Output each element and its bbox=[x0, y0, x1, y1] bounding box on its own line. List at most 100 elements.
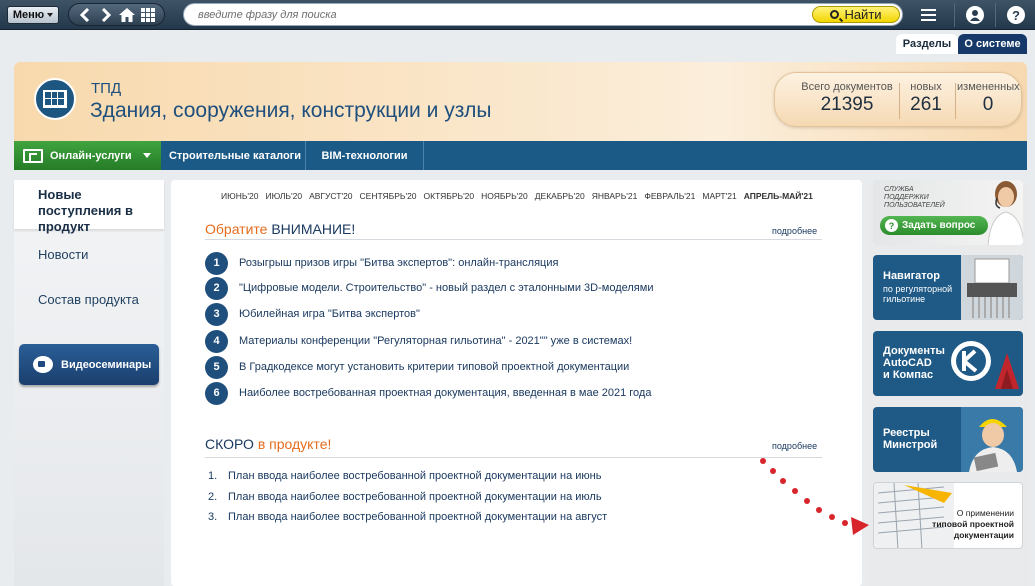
typical-docs-text: О применении типовой проектной документаци… bbox=[932, 508, 1014, 540]
search-box: Найти bbox=[183, 3, 903, 26]
video-seminars-button[interactable]: Видеосеминары bbox=[19, 344, 159, 385]
month-link[interactable]: ЯНВАРЬ'21 bbox=[592, 191, 638, 201]
list-item[interactable]: 2 "Цифровые модели. Строительство" - новы… bbox=[205, 276, 653, 300]
list-item[interactable]: 1. План ввода наиболее востребованной про… bbox=[208, 470, 768, 482]
month-link[interactable]: СЕНТЯБРЬ'20 bbox=[360, 191, 417, 201]
hamburger-menu-icon[interactable] bbox=[916, 3, 940, 27]
list-item[interactable]: 3 Юбилейная игра "Битва экспертов" bbox=[205, 302, 420, 326]
main-nav-bar: Онлайн-услуги Строительные каталоги BIM-… bbox=[14, 141, 1027, 170]
news-link[interactable]: "Цифровые модели. Строительство" - новый… bbox=[239, 282, 653, 294]
top-toolbar: Меню Найти ? bbox=[0, 0, 1035, 30]
monitor-cursor-icon bbox=[23, 148, 43, 163]
month-link[interactable]: АВГУСТ'20 bbox=[309, 191, 352, 201]
soon-link[interactable]: План ввода наиболее востребованной проек… bbox=[228, 511, 607, 523]
news-link[interactable]: Юбилейная игра "Битва экспертов" bbox=[239, 308, 420, 320]
registry-text: Реестры Минстрой bbox=[883, 427, 938, 451]
support-banner[interactable]: СЛУЖБА ПОДДЕРЖКИ ПОЛЬЗОВАТЕЛЕЙ ? Задать воп… bbox=[873, 180, 1023, 245]
news-link[interactable]: Розыгрыш призов игры "Битва экспертов": … bbox=[239, 257, 558, 269]
engineer-image bbox=[961, 407, 1023, 472]
item-number: 4 bbox=[205, 329, 228, 353]
grid-icon[interactable] bbox=[137, 5, 158, 25]
list-item[interactable]: 1 Розыгрыш призов игры "Битва экспертов":… bbox=[205, 251, 558, 275]
sidebar-item-new-arrivals[interactable]: Новые поступления в продукт bbox=[14, 180, 164, 234]
list-item[interactable]: 2. План ввода наиболее востребованной про… bbox=[208, 491, 768, 503]
sidebar-item-product-content[interactable]: Состав продукта bbox=[14, 292, 164, 308]
home-icon[interactable] bbox=[117, 5, 138, 25]
month-link[interactable]: ИЮЛЬ'20 bbox=[266, 191, 303, 201]
video-seminars-label: Видеосеминары bbox=[61, 358, 152, 371]
item-number: 5 bbox=[205, 355, 228, 379]
nav-button-group bbox=[68, 3, 165, 26]
attention-title-main: ВНИМАНИЕ! bbox=[271, 221, 356, 237]
ask-question-button[interactable]: ? Задать вопрос bbox=[880, 216, 988, 235]
item-number: 1 bbox=[205, 251, 228, 275]
soon-link[interactable]: План ввода наиболее востребованной проек… bbox=[228, 470, 601, 482]
autocad-text: Документы AutoCAD и Компас bbox=[883, 345, 945, 381]
counter-changed: измененных 0 bbox=[957, 81, 1020, 116]
counter-value: 261 bbox=[910, 94, 942, 115]
attention-more-link[interactable]: подробнее bbox=[772, 226, 817, 236]
counter-label: измененных bbox=[957, 81, 1020, 93]
month-link[interactable]: ОКТЯБРЬ'20 bbox=[424, 191, 475, 201]
minstroy-registry-banner[interactable]: Реестры Минстрой bbox=[873, 407, 1023, 472]
caret-down-icon bbox=[142, 153, 151, 158]
toolbar-divider bbox=[995, 3, 996, 27]
divider bbox=[205, 239, 822, 240]
search-input[interactable] bbox=[198, 6, 798, 23]
soon-link[interactable]: План ввода наиболее востребованной проек… bbox=[228, 491, 602, 503]
product-title: Здания, сооружения, конструкции и узлы bbox=[90, 99, 492, 122]
list-item[interactable]: 3. План ввода наиболее востребованной про… bbox=[208, 511, 768, 523]
soon-more-link[interactable]: подробнее bbox=[772, 441, 817, 451]
soon-title-main: в продукте! bbox=[257, 436, 332, 452]
online-services-label: Онлайн-услуги bbox=[50, 149, 132, 162]
month-link[interactable]: ИЮНЬ'20 bbox=[221, 191, 259, 201]
month-link[interactable]: ФЕВРАЛЬ'21 bbox=[644, 191, 695, 201]
list-item[interactable]: 5 В Градкодексе могут установить критерии… bbox=[205, 355, 629, 379]
month-link[interactable]: НОЯБРЬ'20 bbox=[481, 191, 528, 201]
support-operator-image bbox=[987, 181, 1023, 245]
video-camera-icon bbox=[33, 356, 53, 373]
month-link[interactable]: ДЕКАБРЬ'20 bbox=[535, 191, 585, 201]
question-icon: ? bbox=[885, 219, 898, 232]
online-services-button[interactable]: Онлайн-услуги bbox=[14, 141, 161, 170]
help-icon: ? bbox=[1007, 6, 1025, 24]
find-button[interactable]: Найти bbox=[812, 6, 900, 23]
menu-button[interactable]: Меню bbox=[7, 6, 59, 24]
product-abbr: ТПД bbox=[91, 80, 122, 97]
attention-title-prefix: Обратите bbox=[205, 221, 272, 237]
autocad-kompas-banner[interactable]: Документы AutoCAD и Компас bbox=[873, 331, 1023, 396]
tab-about-system[interactable]: О системе bbox=[958, 34, 1027, 54]
user-profile-button[interactable] bbox=[963, 3, 987, 27]
ask-label: Задать вопрос bbox=[902, 220, 976, 231]
menu-label: Меню bbox=[12, 9, 45, 21]
news-link[interactable]: В Градкодексе могут установить критерии … bbox=[239, 361, 629, 373]
list-item[interactable]: 4 Материалы конференции "Регуляторная гил… bbox=[205, 329, 632, 353]
news-link[interactable]: Наиболее востребованная проектная докуме… bbox=[239, 387, 651, 399]
typical-docs-banner[interactable]: О применении типовой проектной документаци… bbox=[873, 482, 1023, 549]
month-link-current[interactable]: АПРЕЛЬ-МАЙ'21 bbox=[744, 191, 813, 201]
counter-value: 0 bbox=[982, 94, 994, 115]
support-text: СЛУЖБА ПОДДЕРЖКИ ПОЛЬЗОВАТЕЛЕЙ bbox=[884, 186, 945, 209]
navigator-text: Навигатор по регуляторной гильотине bbox=[883, 270, 953, 304]
nav-building-catalogs[interactable]: Строительные каталоги bbox=[165, 141, 306, 170]
item-number: 3 bbox=[205, 302, 228, 326]
product-header: ТПД Здания, сооружения, конструкции и уз… bbox=[14, 62, 1027, 141]
item-number: 2 bbox=[205, 276, 228, 300]
back-arrow-icon[interactable] bbox=[75, 5, 96, 25]
autocad-kompas-logo-icon bbox=[951, 341, 1019, 389]
forward-arrow-icon[interactable] bbox=[96, 5, 117, 25]
help-button[interactable]: ? bbox=[1004, 3, 1028, 27]
news-link[interactable]: Материалы конференции "Регуляторная гиль… bbox=[239, 335, 632, 347]
regulatory-navigator-banner[interactable]: Навигатор по регуляторной гильотине bbox=[873, 255, 1023, 320]
nav-bim-technologies[interactable]: BIM-технологии bbox=[306, 141, 424, 170]
month-archive-links: ИЮНЬ'20 ИЮЛЬ'20 АВГУСТ'20 СЕНТЯБРЬ'20 ОК… bbox=[221, 191, 813, 201]
sidebar-item-news[interactable]: Новости bbox=[14, 247, 164, 263]
month-link[interactable]: МАРТ'21 bbox=[702, 191, 736, 201]
tab-sections[interactable]: Разделы bbox=[896, 34, 958, 54]
counter-label: Всего документов bbox=[801, 81, 893, 93]
user-icon bbox=[966, 6, 984, 24]
counter-value: 21395 bbox=[820, 94, 874, 115]
banner-column: СЛУЖБА ПОДДЕРЖКИ ПОЛЬЗОВАТЕЛЕЙ ? Задать воп… bbox=[867, 180, 1030, 586]
list-item[interactable]: 6 Наиболее востребованная проектная докум… bbox=[205, 381, 651, 405]
counter-divider bbox=[899, 83, 900, 119]
